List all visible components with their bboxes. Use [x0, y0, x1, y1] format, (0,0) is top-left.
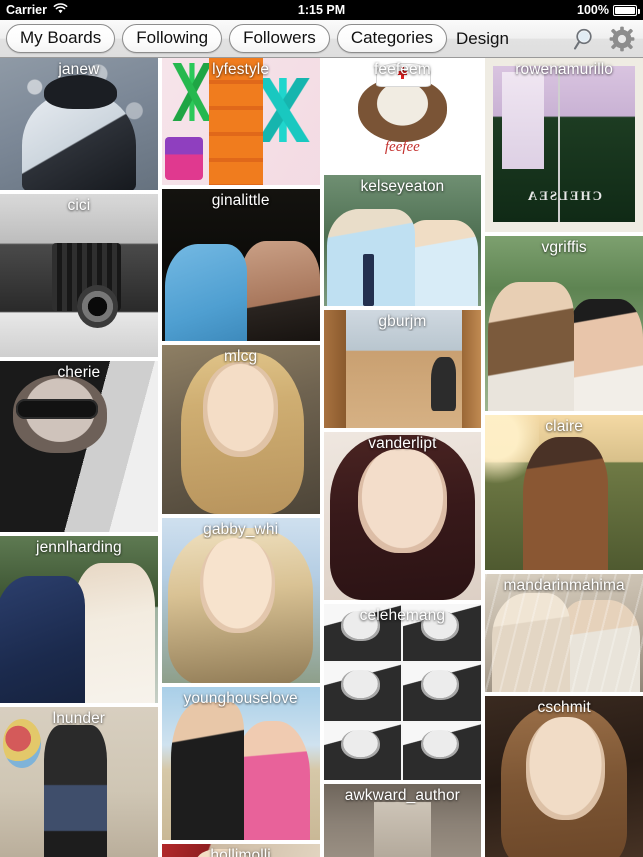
board-tile[interactable]: awkward_author [323, 784, 482, 857]
gear-icon[interactable] [609, 26, 635, 52]
nav-bar-right [571, 25, 637, 53]
board-thumbnail [323, 432, 482, 600]
board-tile[interactable]: vanderlipt [323, 432, 482, 600]
status-bar-time: 1:15 PM [297, 3, 346, 17]
current-category-label: Design [456, 28, 509, 48]
board-thumbnail [161, 189, 320, 341]
followers-button[interactable]: Followers [229, 24, 330, 53]
board-username: cschmit [537, 699, 591, 716]
following-button[interactable]: Following [122, 24, 223, 53]
board-tile[interactable]: janew [0, 58, 158, 190]
board-thumbnail [323, 604, 482, 780]
board-username: jennlharding [36, 539, 122, 556]
board-username: lyfestyle [212, 61, 270, 78]
grid-column-3: feefee feefeem kelseyeaton gburjm vander… [323, 58, 482, 857]
board-thumbnail [485, 696, 643, 857]
board-tile[interactable]: cherie [0, 361, 158, 532]
board-thumbnail [0, 536, 158, 703]
board-username: janew [58, 61, 100, 78]
board-tile[interactable]: gabby_whi [161, 518, 320, 683]
board-tile[interactable]: kelseyeaton [323, 175, 482, 306]
board-tile[interactable]: younghouselove [161, 687, 320, 840]
my-boards-button[interactable]: My Boards [6, 24, 116, 53]
wifi-icon [53, 3, 68, 17]
board-username: lnunder [52, 710, 106, 727]
board-tile[interactable]: celehemang [323, 604, 482, 780]
battery-full-icon [613, 4, 640, 16]
board-username: cici [67, 197, 91, 214]
shirt-text: CHELSEA [526, 188, 603, 204]
board-tile[interactable]: CHELSEA rowenamurillo [485, 58, 643, 232]
status-bar-right: 100% [577, 3, 640, 17]
board-thumbnail [161, 518, 320, 683]
board-username: mlcg [224, 348, 258, 365]
board-thumbnail: CHELSEA [485, 58, 643, 232]
board-username: vanderlipt [368, 435, 437, 452]
board-username: cherie [57, 364, 101, 381]
battery-percent-label: 100% [577, 3, 609, 17]
board-thumbnail [485, 415, 643, 570]
board-thumbnail [485, 236, 643, 411]
board-tile[interactable]: feefee feefeem [323, 58, 482, 171]
board-tile[interactable]: mandarinmahima [485, 574, 643, 692]
board-thumbnail [0, 707, 158, 857]
board-username: hollimolli [210, 847, 271, 857]
grid-column-2: lyfestyle ginalittle mlcg gabby_whi youn… [161, 58, 320, 857]
board-tile[interactable]: jennlharding [0, 536, 158, 703]
board-tile[interactable]: lyfestyle [161, 58, 320, 185]
board-username: feefeem [374, 61, 431, 78]
board-username: awkward_author [344, 787, 460, 804]
board-username: gabby_whi [203, 521, 279, 538]
categories-button[interactable]: Categories [336, 24, 448, 53]
board-username: rowenamurillo [515, 61, 614, 78]
status-bar: Carrier 1:15 PM 100% [0, 0, 643, 20]
board-tile[interactable]: cici [0, 194, 158, 357]
boards-grid: janew cici cherie jennlharding lnunder l… [0, 58, 643, 857]
board-username: younghouselove [183, 690, 298, 707]
grid-column-1: janew cici cherie jennlharding lnunder [0, 58, 158, 857]
board-tile[interactable]: mlcg [161, 345, 320, 514]
search-icon[interactable] [571, 25, 599, 53]
board-username: vgriffis [541, 239, 587, 256]
board-username: gburjm [378, 313, 427, 330]
board-tile[interactable]: gburjm [323, 310, 482, 428]
board-username: mandarinmahima [503, 577, 625, 594]
board-username: claire [545, 418, 583, 435]
board-username: ginalittle [211, 192, 270, 209]
dog-signature-text: feefee [384, 139, 420, 156]
board-tile[interactable]: vgriffis [485, 236, 643, 411]
nav-bar: My Boards Following Followers Categories… [0, 20, 643, 58]
carrier-label: Carrier [6, 3, 47, 17]
board-tile[interactable]: hollimolli [161, 844, 320, 857]
board-username: celehemang [359, 607, 446, 624]
grid-column-4: CHELSEA rowenamurillo vgriffis claire ma… [485, 58, 643, 857]
board-thumbnail [161, 687, 320, 840]
board-tile[interactable]: cschmit [485, 696, 643, 857]
board-thumbnail [0, 194, 158, 357]
board-tile[interactable]: claire [485, 415, 643, 570]
status-bar-left: Carrier [6, 3, 68, 17]
board-tile[interactable]: ginalittle [161, 189, 320, 341]
board-thumbnail [0, 361, 158, 532]
board-username: kelseyeaton [360, 178, 445, 195]
board-thumbnail [161, 345, 320, 514]
board-tile[interactable]: lnunder [0, 707, 158, 857]
